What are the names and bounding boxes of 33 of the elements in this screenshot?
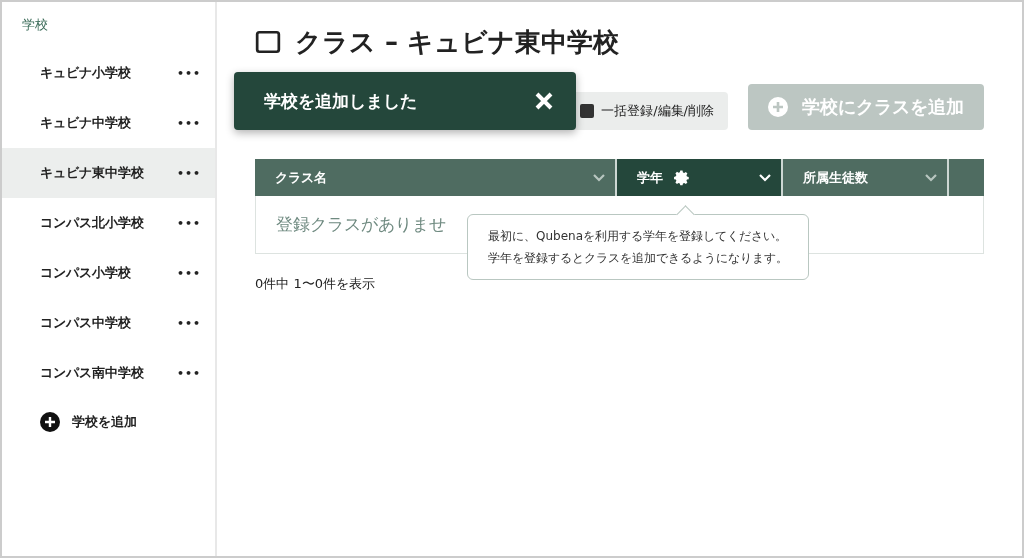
school-item[interactable]: コンパス北小学校 •••: [2, 198, 215, 248]
add-school-link[interactable]: 学校を追加: [2, 398, 215, 432]
school-item[interactable]: キュビナ東中学校 •••: [2, 148, 215, 198]
tooltip: 最初に、Qubenaを利用する学年を登録してください。 学年を登録するとクラスを追加できるようになります。: [467, 205, 809, 280]
more-button[interactable]: •••: [176, 266, 201, 280]
school-item[interactable]: コンパス南中学校 •••: [2, 348, 215, 398]
column-header-filler: [949, 159, 984, 196]
more-button[interactable]: •••: [176, 116, 201, 130]
sidebar-heading: 学校: [21, 16, 49, 34]
school-item[interactable]: コンパス小学校 •••: [2, 248, 215, 298]
more-button[interactable]: •••: [176, 316, 201, 330]
chevron-down-icon: [593, 173, 605, 182]
settings-icon[interactable]: [673, 168, 691, 187]
plus-circle-icon: [40, 412, 60, 432]
toast: 学校を追加しました: [234, 72, 576, 130]
list-icon: [579, 103, 596, 119]
column-header[interactable]: 所属生徒数: [783, 159, 949, 196]
page-title: クラス – キュビナ東中学校: [295, 25, 620, 59]
pagination-info: 0件中 1〜0件を表示: [255, 275, 376, 293]
school-item[interactable]: キュビナ中学校 •••: [2, 98, 215, 148]
column-header[interactable]: クラス名: [255, 159, 617, 196]
school-item[interactable]: キュビナ小学校 •••: [2, 48, 215, 98]
more-button[interactable]: •••: [176, 216, 201, 230]
class-icon: [255, 29, 281, 55]
column-header[interactable]: 学年: [617, 159, 783, 196]
more-button[interactable]: •••: [176, 66, 201, 80]
close-icon[interactable]: [534, 91, 554, 111]
chevron-down-icon: [759, 173, 771, 182]
more-button[interactable]: •••: [176, 366, 201, 380]
plus-circle-icon: [768, 97, 788, 117]
chevron-down-icon: [925, 173, 937, 182]
more-button[interactable]: •••: [176, 166, 201, 180]
school-item[interactable]: コンパス中学校 •••: [2, 298, 215, 348]
